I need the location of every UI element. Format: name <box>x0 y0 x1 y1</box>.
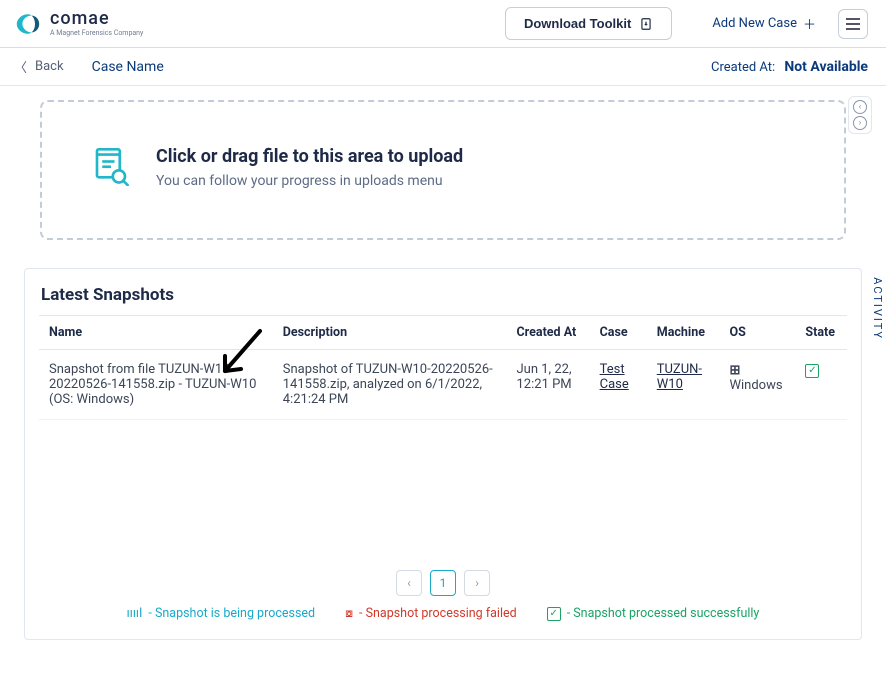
chevron-left-icon: 〈 <box>14 57 27 76</box>
cell-machine: TUZUN-W10 <box>647 350 720 420</box>
legend-failed: ⧇ - Snapshot processing failed <box>345 606 517 621</box>
page-prev-button[interactable]: ‹ <box>396 570 422 596</box>
logo[interactable]: comae A Magnet Forensics Company <box>14 10 143 38</box>
upload-icon <box>90 144 132 190</box>
cell-name: Snapshot from file TUZUN-W10-20220526-14… <box>39 350 273 420</box>
main-content: Click or drag file to this area to uploa… <box>0 86 886 640</box>
add-new-case-label: Add New Case <box>712 16 797 31</box>
brand-subtitle: A Magnet Forensics Company <box>50 30 143 37</box>
col-machine[interactable]: Machine <box>647 316 720 350</box>
failed-icon: ⧇ <box>345 606 353 621</box>
download-toolkit-button[interactable]: Download Toolkit <box>505 7 672 40</box>
add-new-case-button[interactable]: Add New Case ＋ <box>712 14 816 33</box>
snapshots-title: Latest Snapshots <box>41 285 847 305</box>
hamburger-icon <box>846 23 860 25</box>
legend-ok: ✓ - Snapshot processed successfully <box>547 606 760 621</box>
ok-icon: ✓ <box>547 607 561 621</box>
download-icon <box>639 17 653 31</box>
case-link[interactable]: Test Case <box>600 362 629 392</box>
windows-icon: ⊞ <box>729 362 740 377</box>
state-ok-icon: ✓ <box>805 364 819 378</box>
created-at-label: Created At: <box>711 60 775 75</box>
col-description[interactable]: Description <box>273 316 507 350</box>
comae-logo-icon <box>14 10 42 38</box>
pagination: ‹ 1 › <box>39 570 847 596</box>
machine-link[interactable]: TUZUN-W10 <box>657 362 702 392</box>
plus-icon: ＋ <box>803 14 816 33</box>
created-at-value: Not Available <box>784 59 868 75</box>
col-created-at[interactable]: Created At <box>507 316 590 350</box>
upload-subtitle: You can follow your progress in uploads … <box>156 173 463 189</box>
legend-processing-label: - Snapshot is being processed <box>148 606 315 621</box>
menu-button[interactable] <box>838 9 868 39</box>
col-state[interactable]: State <box>795 316 847 350</box>
snapshots-table: Name Description Created At Case Machine… <box>39 315 847 420</box>
legend: ııııI - Snapshot is being processed ⧇ - … <box>39 606 847 621</box>
legend-ok-label: - Snapshot processed successfully <box>567 606 760 621</box>
col-case[interactable]: Case <box>590 316 647 350</box>
cell-case: Test Case <box>590 350 647 420</box>
page-current[interactable]: 1 <box>430 570 456 596</box>
col-name[interactable]: Name <box>39 316 273 350</box>
legend-processing: ııııI - Snapshot is being processed <box>127 606 315 621</box>
back-label: Back <box>35 59 64 74</box>
page-next-button[interactable]: › <box>464 570 490 596</box>
legend-failed-label: - Snapshot processing failed <box>359 606 517 621</box>
processing-icon: ııııI <box>127 606 143 621</box>
upload-dropzone[interactable]: Click or drag file to this area to uploa… <box>40 100 846 240</box>
upload-title: Click or drag file to this area to uploa… <box>156 146 463 167</box>
sub-header: 〈 Back Case Name Created At: Not Availab… <box>0 48 886 86</box>
created-at: Created At: Not Available <box>711 59 868 75</box>
brand-name: comae <box>50 10 143 28</box>
col-os[interactable]: OS <box>719 316 795 350</box>
snapshots-panel: Latest Snapshots Name Description Create… <box>24 268 862 640</box>
os-label: Windows <box>729 378 782 393</box>
back-button[interactable]: 〈 Back <box>14 57 64 76</box>
top-header: comae A Magnet Forensics Company Downloa… <box>0 0 886 48</box>
cell-created-at: Jun 1, 22, 12:21 PM <box>507 350 590 420</box>
download-toolkit-label: Download Toolkit <box>524 16 631 31</box>
table-row[interactable]: Snapshot from file TUZUN-W10-20220526-14… <box>39 350 847 420</box>
cell-state: ✓ <box>795 350 847 420</box>
cell-os: ⊞ Windows <box>719 350 795 420</box>
cell-description: Snapshot of TUZUN-W10-20220526-141558.zi… <box>273 350 507 420</box>
case-name-label: Case Name <box>92 59 164 75</box>
